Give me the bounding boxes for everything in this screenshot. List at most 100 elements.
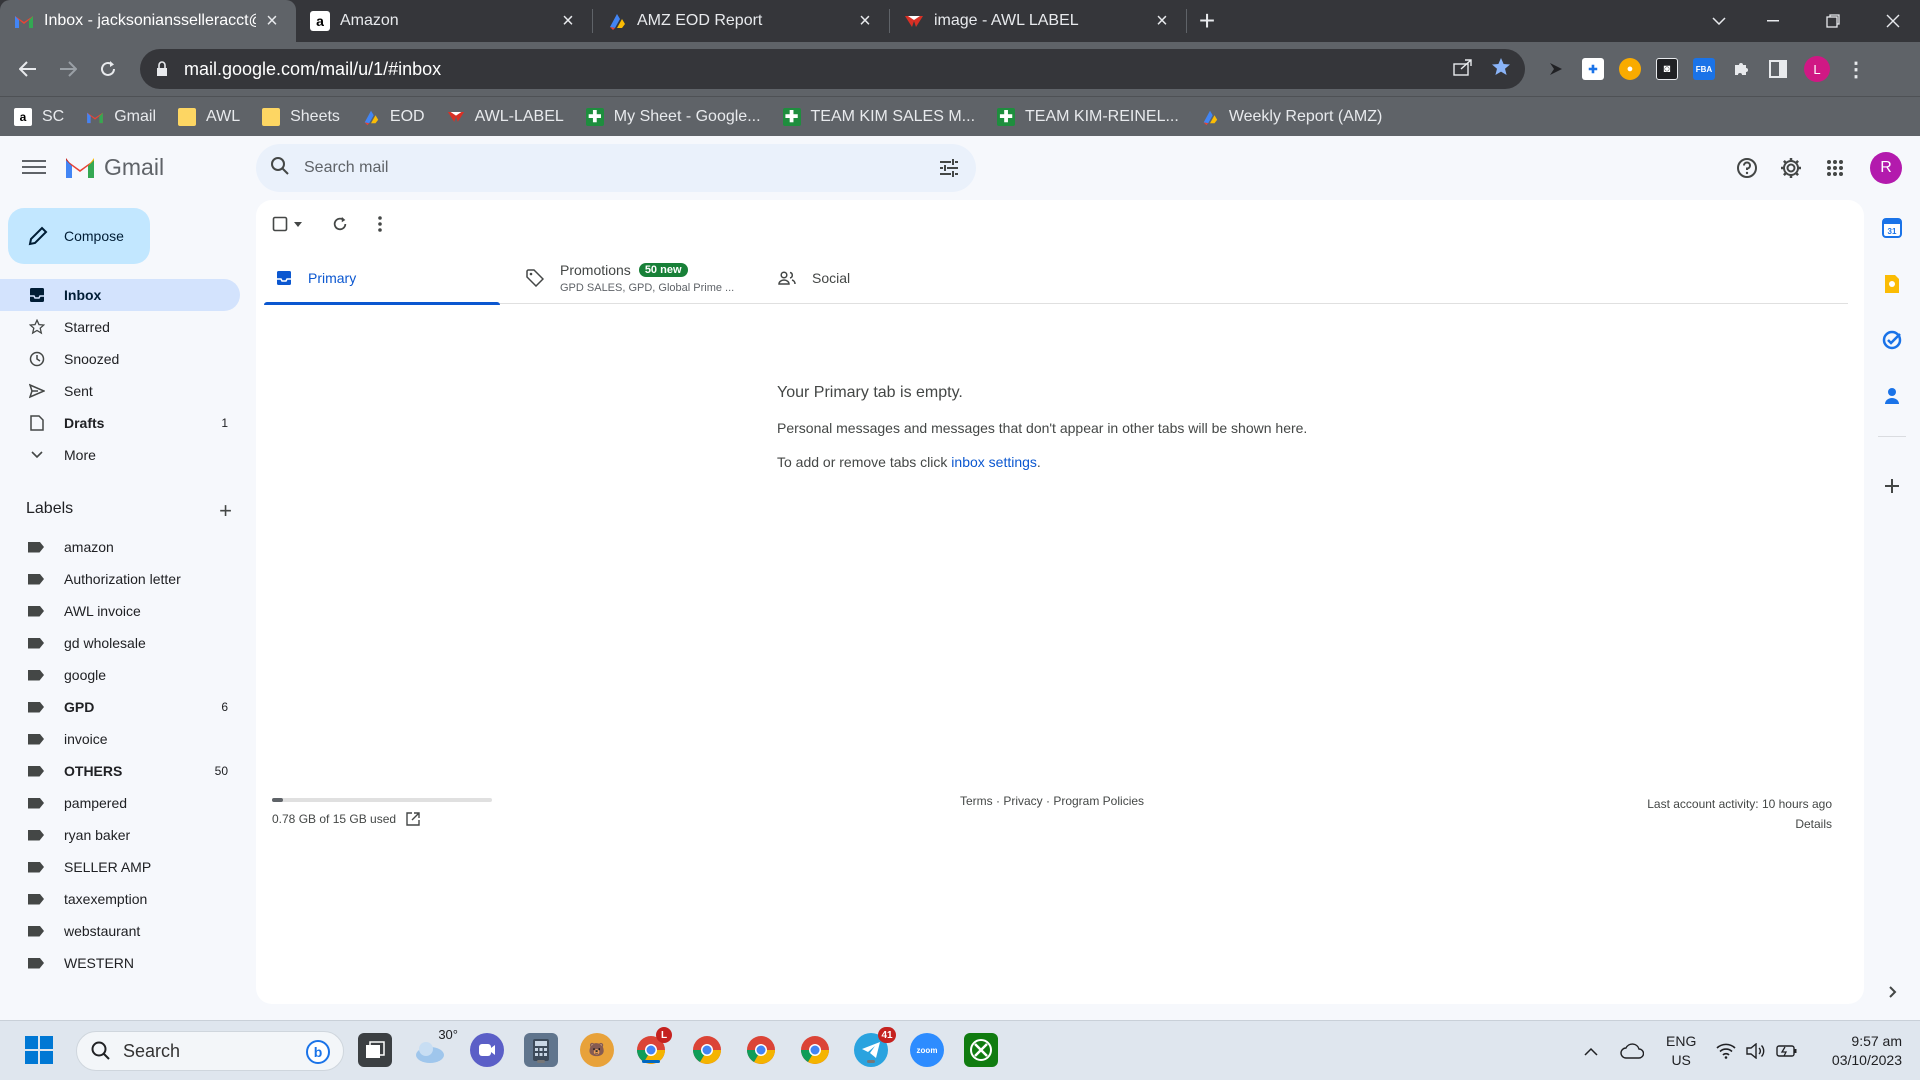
footer-links[interactable]: Terms · Privacy · Program Policies (960, 794, 1144, 808)
browser-tab-inbox[interactable]: Inbox - jacksoniansselleracct@gm × (0, 0, 296, 42)
minimize-button[interactable] (1750, 0, 1796, 42)
extension-fba-icon[interactable]: FBA (1693, 58, 1715, 80)
browser-tab-awl[interactable]: image - AWL LABEL × (890, 0, 1186, 42)
new-tab-button[interactable]: + (1187, 0, 1227, 42)
keep-icon[interactable] (1882, 274, 1902, 294)
bookmark-gmail[interactable]: Gmail (86, 108, 156, 126)
refresh-icon[interactable] (332, 216, 348, 232)
nav-item-drafts[interactable]: Drafts 1 (0, 407, 240, 439)
label-item-seller-amp[interactable]: SELLER AMP (0, 851, 240, 883)
gmail-logo[interactable]: Gmail (64, 154, 164, 181)
label-item-amazon[interactable]: amazon (0, 531, 240, 563)
close-icon[interactable]: × (262, 10, 282, 33)
search-icon[interactable] (270, 156, 290, 181)
help-icon[interactable] (1736, 148, 1758, 188)
bookmark-sheets[interactable]: Sheets (262, 107, 340, 126)
extension-puzzle-blue-icon[interactable]: ✚ (1582, 58, 1604, 80)
tab-social[interactable]: Social (778, 252, 1014, 304)
account-avatar[interactable]: R (1870, 152, 1902, 184)
bookmark-awl-label[interactable]: AWL-LABEL (447, 108, 564, 126)
xbox-icon[interactable] (964, 1033, 998, 1067)
extension-orange-icon[interactable]: ● (1619, 58, 1641, 80)
share-icon[interactable] (1453, 58, 1473, 81)
input-language[interactable]: ENG US (1666, 1021, 1696, 1080)
calendar-icon[interactable]: 31 (1882, 218, 1902, 238)
browser-tab-amazon[interactable]: a Amazon × (296, 0, 592, 42)
external-link-icon[interactable] (406, 812, 420, 826)
task-view-icon[interactable] (358, 1033, 392, 1067)
back-arrow-icon[interactable] (8, 49, 48, 89)
bookmark-team-kim-sales[interactable]: ✚ TEAM KIM SALES M... (782, 107, 975, 126)
close-icon[interactable]: × (558, 10, 578, 33)
bookmark-my-sheet[interactable]: ✚ My Sheet - Google... (585, 107, 761, 126)
bookmark-eod[interactable]: EOD (362, 108, 425, 126)
label-item-gpd[interactable]: GPD 6 (0, 691, 240, 723)
label-item-invoice[interactable]: invoice (0, 723, 240, 755)
extension-arrow-icon[interactable] (1545, 58, 1567, 80)
restore-button[interactable] (1810, 0, 1856, 42)
label-item-webstaurant[interactable]: webstaurant (0, 915, 240, 947)
bookmark-sc[interactable]: a SC (14, 107, 64, 126)
chrome-profile-3-icon[interactable] (744, 1033, 778, 1067)
zoom-icon[interactable]: zoom (910, 1033, 944, 1067)
bookmark-weekly-report[interactable]: Weekly Report (AMZ) (1201, 108, 1382, 126)
search-bar[interactable]: Search mail (256, 144, 976, 192)
close-icon[interactable]: × (855, 10, 875, 33)
weather-icon[interactable]: 30° (414, 1027, 458, 1067)
show-hidden-icons[interactable] (1584, 1021, 1598, 1080)
add-label-icon[interactable]: + (219, 498, 232, 524)
contacts-icon[interactable] (1882, 386, 1902, 406)
close-window-button[interactable] (1870, 0, 1916, 42)
address-bar[interactable]: mail.google.com/mail/u/1/#inbox (140, 49, 1525, 89)
main-menu-icon[interactable] (22, 156, 46, 180)
system-status[interactable] (1716, 1021, 1798, 1080)
label-item-ryan-baker[interactable]: ryan baker (0, 819, 240, 851)
extensions-puzzle-icon[interactable] (1730, 58, 1752, 80)
label-item-pampered[interactable]: pampered (0, 787, 240, 819)
label-item-gd-wholesale[interactable]: gd wholesale (0, 627, 240, 659)
chevron-right-icon[interactable] (1882, 982, 1902, 1002)
browser-tab-eod[interactable]: AMZ EOD Report × (593, 0, 889, 42)
onedrive-cloud-icon[interactable] (1620, 1021, 1644, 1080)
nav-item-sent[interactable]: Sent (0, 375, 240, 407)
settings-gear-icon[interactable] (1780, 148, 1802, 188)
bookmark-star-icon[interactable] (1491, 57, 1511, 82)
close-icon[interactable]: × (1152, 10, 1172, 33)
chrome-profile-l-icon[interactable]: L (634, 1027, 672, 1067)
chrome-profile-2-icon[interactable] (690, 1033, 724, 1067)
nav-item-more[interactable]: More (0, 439, 240, 471)
taskbar-search[interactable]: Search b (76, 1031, 344, 1071)
windows-start-icon[interactable] (22, 1033, 56, 1067)
nav-item-starred[interactable]: Starred (0, 311, 240, 343)
bing-icon[interactable]: b (305, 1039, 331, 1070)
details-link[interactable]: Details (1647, 814, 1832, 834)
menu-kebab-icon[interactable]: ⋮ (1845, 58, 1867, 81)
inbox-settings-link[interactable]: inbox settings (951, 454, 1037, 470)
label-item-western[interactable]: WESTERN (0, 947, 240, 979)
label-item-google[interactable]: google (0, 659, 240, 691)
add-addon-icon[interactable] (1882, 476, 1902, 496)
label-item-awl-invoice[interactable]: AWL invoice (0, 595, 240, 627)
more-options-icon[interactable] (378, 216, 382, 232)
forward-arrow-icon[interactable] (48, 49, 88, 89)
select-all-checkbox[interactable] (272, 216, 302, 232)
label-item-authorization-letter[interactable]: Authorization letter (0, 563, 240, 595)
apps-grid-icon[interactable] (1826, 148, 1844, 188)
calculator-icon[interactable] (524, 1033, 558, 1067)
reload-icon[interactable] (88, 49, 128, 89)
label-item-taxexemption[interactable]: taxexemption (0, 883, 240, 915)
profile-avatar[interactable]: L (1804, 56, 1830, 82)
bookmark-team-kim-reinel[interactable]: ✚ TEAM KIM-REINEL... (997, 107, 1179, 126)
telegram-icon[interactable]: 41 (854, 1027, 896, 1067)
compose-button[interactable]: Compose (8, 208, 150, 264)
extension-camera-icon[interactable]: ◙ (1656, 58, 1678, 80)
label-item-others[interactable]: OTHERS 50 (0, 755, 240, 787)
tab-promotions[interactable]: Promotions 50 new GPD SALES, GPD, Global… (526, 252, 762, 304)
search-input[interactable]: Search mail (304, 159, 388, 177)
game-app-icon[interactable]: 🐻 (580, 1033, 614, 1067)
nav-item-inbox[interactable]: Inbox (0, 279, 240, 311)
tasks-icon[interactable] (1882, 330, 1902, 350)
search-options-icon[interactable] (938, 157, 960, 184)
side-panel-icon[interactable] (1767, 58, 1789, 80)
clock[interactable]: 9:57 am 03/10/2023 (1812, 1021, 1902, 1080)
